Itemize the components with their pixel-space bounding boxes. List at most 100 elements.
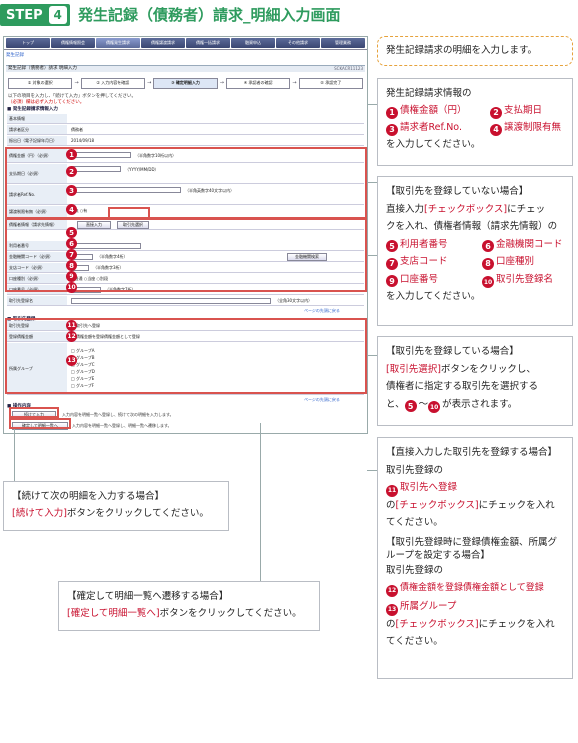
breadcrumb[interactable]: 発生記録	[6, 52, 24, 58]
num-badge: 6	[482, 240, 494, 253]
nav-tab[interactable]: 債権譲渡請求	[141, 38, 185, 48]
callout-item: 請求者Ref.No.	[400, 122, 462, 133]
op-note: 入力内容を明細一覧へ登録し、続けて次の明細を入力します。	[62, 412, 174, 417]
nav-tab[interactable]: 債権発生請求	[96, 38, 140, 48]
callout-item: 取引先へ登録	[400, 482, 458, 493]
callout-text: を入力してください。	[386, 291, 481, 303]
callout-text: の	[386, 499, 396, 511]
marker-6: 6	[66, 238, 77, 249]
partner-name-input[interactable]	[71, 298, 271, 304]
field-label: 債権者情報（請求先情報）	[7, 220, 67, 229]
bank-search-button[interactable]: 金融機関検索	[287, 253, 327, 261]
callout-item: 債権金額を登録債権金額として登録	[400, 583, 544, 594]
callout-register: 【直接入力した取引先を登録する場合】 取引先登録の 11 取引先へ登録 の[チェッ…	[377, 437, 573, 679]
marker-10: 10	[66, 282, 77, 293]
callout-item: 金融機関コード	[496, 238, 563, 250]
screen-title: 発生記録（債務者）請求 明細入力	[8, 66, 77, 71]
form-row: 利用者番号	[7, 241, 364, 251]
page-top-link[interactable]: ページの先頭に戻る	[304, 397, 340, 403]
marker-8: 8	[66, 260, 77, 271]
callout-text: 債権者に指定する取引先を選択する	[386, 381, 539, 392]
callout-text: ボタンをクリックし、	[440, 363, 536, 375]
callout-text: てください。	[386, 517, 443, 529]
group-checkboxes[interactable]: □ グループA □ グループB □ グループC □ グループD □ グループE …	[71, 347, 95, 389]
required-note: （必須）欄は必ず入力してください。	[8, 100, 85, 105]
field-label: 取引先登録名	[7, 296, 67, 305]
user-number-input[interactable]	[71, 243, 141, 249]
connector	[367, 255, 377, 256]
screen-code: SCKACR11123	[334, 66, 363, 71]
register-amount-checkbox[interactable]: □ 債権金額を登録債権金額として登録	[71, 332, 140, 341]
progress-step: ④ 承認者の確認	[225, 77, 291, 89]
callout-text: [確定して明細一覧へ]	[67, 608, 160, 619]
marker-13: 13	[66, 355, 77, 366]
connector	[367, 355, 377, 356]
callout-heading: 【取引先登録時に登録債権金額、所属グループを設定する場合】	[386, 536, 558, 561]
partner-select-button[interactable]: 取引先選択	[117, 221, 149, 229]
nav-tab[interactable]: 管理業務	[321, 38, 365, 48]
form-row: 債権者情報（請求先情報） 直接入力 取引先選択	[7, 220, 364, 230]
marker-4: 4	[66, 204, 77, 215]
amount-input[interactable]	[71, 152, 131, 158]
marker-3: 3	[66, 185, 77, 196]
callout-text: が表示されます。	[442, 398, 518, 410]
num-badge: 12	[386, 585, 398, 597]
subsection-label: 基本情報	[7, 114, 67, 123]
callout-text: [取引先選択]	[386, 363, 441, 375]
form-row: 支払期日（必須） （YYYY/MM/DD）	[7, 164, 364, 184]
page-top-link[interactable]: ページの先頭に戻る	[304, 308, 340, 314]
direct-input-checkbox[interactable]: 直接入力	[77, 221, 111, 229]
step-label: STEP	[6, 7, 43, 23]
form-row: 口座番号（必須） （半角数字7桁）	[7, 285, 364, 295]
ref-no-input[interactable]	[71, 187, 181, 193]
confirm-list-button[interactable]: 確定して明細一覧へ	[12, 422, 68, 430]
field-hint: （半角英数字40文字以内）	[185, 188, 235, 193]
continue-input-button[interactable]: 続けて入力	[12, 411, 56, 419]
connector	[367, 104, 377, 105]
nav-tab[interactable]: 融資申込	[231, 38, 275, 48]
callout-text: ボタンをクリックしてください。	[66, 508, 209, 519]
num-badge: 5	[386, 240, 398, 253]
due-date-input[interactable]	[71, 166, 121, 172]
marker-1: 1	[66, 149, 77, 160]
callout-text: と、	[386, 398, 405, 410]
progress-steps: ① 対象の選択 → ② 入力内容を確認 → ③ 確定明細入力 → ④ 承認者の確認 → …	[8, 77, 363, 89]
num-badge: 1	[386, 106, 398, 119]
callout-item: 支払期日	[504, 105, 543, 116]
num-badge: 10	[428, 401, 441, 414]
progress-step: ⑤ 承認完了	[298, 77, 363, 89]
num-badge: 11	[386, 484, 398, 497]
nav-tab[interactable]: 債権一括請求	[186, 38, 230, 48]
callout-text: 直接入力	[386, 203, 425, 215]
field-hint: （半角数字10桁以内）	[135, 153, 177, 158]
nav-tab[interactable]: 債権情報照会	[51, 38, 95, 48]
field-hint: （半角数字7桁）	[105, 287, 136, 292]
callout-text: を入力してください。	[386, 139, 481, 150]
marker-7: 7	[66, 249, 77, 260]
marker-5: 5	[66, 227, 77, 238]
num-badge: 7	[386, 257, 398, 270]
callout-basic-info: 発生記録請求情報の 1 債権金額（円） 2 支払期日 3 請求者Ref.No. 4 譲渡制限…	[377, 78, 573, 166]
form-row: 債権金額（円）（必須） （半角数字10桁以内）	[7, 149, 364, 163]
callout-item: 所属グループ	[400, 600, 457, 612]
nav-tab[interactable]: トップ	[6, 38, 50, 48]
marker-12: 12	[66, 331, 77, 342]
callout-text: 取引先登録の	[386, 464, 444, 476]
callout-text: の	[386, 618, 396, 630]
callout-text: にチェックを入れ	[478, 618, 555, 630]
form-row: 取引先登録 □ 取引先へ登録	[7, 321, 364, 331]
connector	[14, 429, 15, 481]
field-label: 所属グループ	[7, 343, 67, 394]
callout-item: 口座種別	[496, 256, 535, 267]
nav-tab[interactable]: その他請求	[276, 38, 320, 48]
screen-title-bar: 発生記録（債務者）請求 明細入力 SCKACR11123	[6, 65, 365, 72]
form-row: 金融機関コード（必須） （半角数字4桁） 金融機関検索	[7, 252, 364, 262]
section-heading: ■ 操作内容	[7, 404, 31, 409]
num-badge: 5	[404, 400, 417, 413]
op-note: 入力内容を明細一覧へ登録し、明細一覧へ遷移します。	[72, 423, 172, 428]
field-label: 請求者区分	[7, 125, 67, 134]
field-label: 譲渡制限有無（必須）	[7, 206, 67, 217]
callout-text: 発生記録請求の明細を入力します。	[386, 45, 538, 56]
callout-text: ボタンをクリックしてください。	[159, 608, 302, 619]
callout-heading: 【確定して明細一覧へ遷移する場合】	[67, 591, 229, 602]
